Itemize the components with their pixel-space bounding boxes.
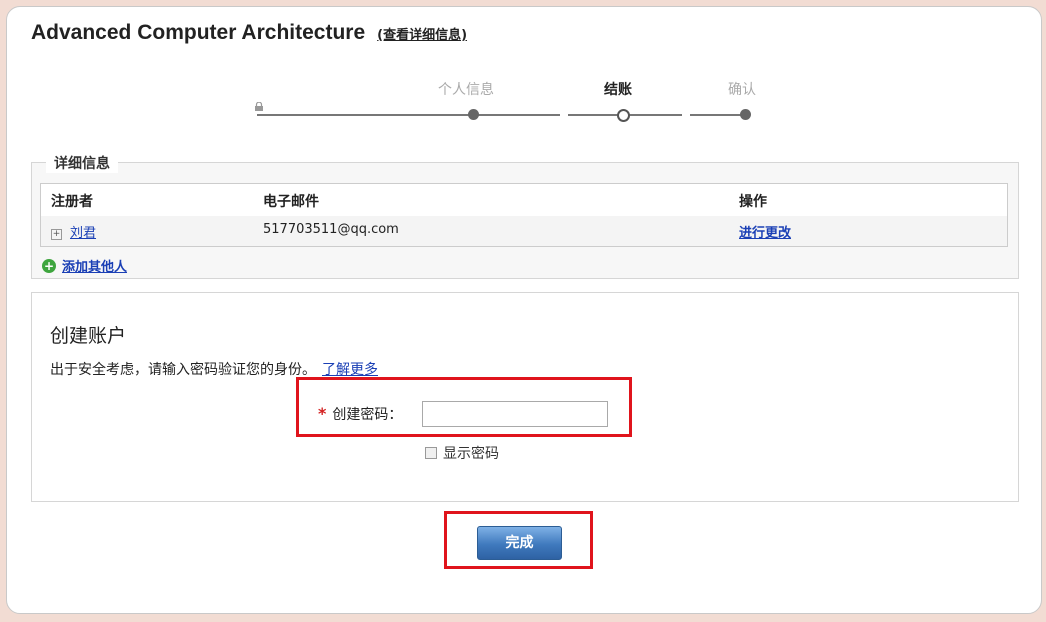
details-section: 详细信息 注册者 电子邮件 操作 + 刘君 517703511@qq.com 进行… [31,153,1019,279]
security-description-text: 出于安全考虑，请输入密码验证您的身份。 [50,362,316,378]
show-password-checkbox[interactable] [425,447,437,459]
add-others-row[interactable]: + 添加其他人 [42,256,127,275]
table-row: + 刘君 517703511@qq.com 进行更改 [41,216,1007,246]
step-label-checkout: 结账 [604,82,632,98]
registrant-cell: + 刘君 [51,222,96,241]
password-highlight-box [296,377,632,437]
show-password-label: 显示密码 [443,446,499,462]
registrants-table: 注册者 电子邮件 操作 + 刘君 517703511@qq.com 进行更改 [40,183,1008,247]
step-label-confirm: 确认 [728,82,756,98]
learn-more-link[interactable]: 了解更多 [322,362,378,378]
step-dot-confirm [740,109,751,120]
create-account-title: 创建账户 [50,325,127,347]
lock-icon [255,102,263,111]
step-label-personal-info: 个人信息 [438,82,494,98]
add-others-link[interactable]: 添加其他人 [62,256,127,275]
step-dot-checkout [617,109,630,122]
progress-steps: 个人信息 结账 确认 [7,7,1041,137]
column-header-registrant: 注册者 [51,194,93,210]
edit-registrant-link[interactable]: 进行更改 [739,222,791,241]
column-header-email: 电子邮件 [263,194,319,210]
registrant-name-link[interactable]: 刘君 [70,226,96,241]
details-legend: 详细信息 [46,153,118,173]
add-circle-icon: + [42,258,56,273]
column-header-action: 操作 [739,194,767,210]
registrant-email: 517703511@qq.com [263,222,399,237]
show-password-option[interactable]: 显示密码 [425,443,499,463]
progress-track-1 [257,114,560,116]
security-description: 出于安全考虑，请输入密码验证您的身份。 了解更多 [50,359,378,379]
finish-highlight-box [444,511,593,569]
table-header-row: 注册者 电子邮件 操作 [41,184,1007,217]
expand-icon[interactable]: + [51,229,62,240]
step-dot-personal-info [468,109,479,120]
enrollment-dialog: Advanced Computer Architecture (查看详细信息) … [6,6,1042,614]
